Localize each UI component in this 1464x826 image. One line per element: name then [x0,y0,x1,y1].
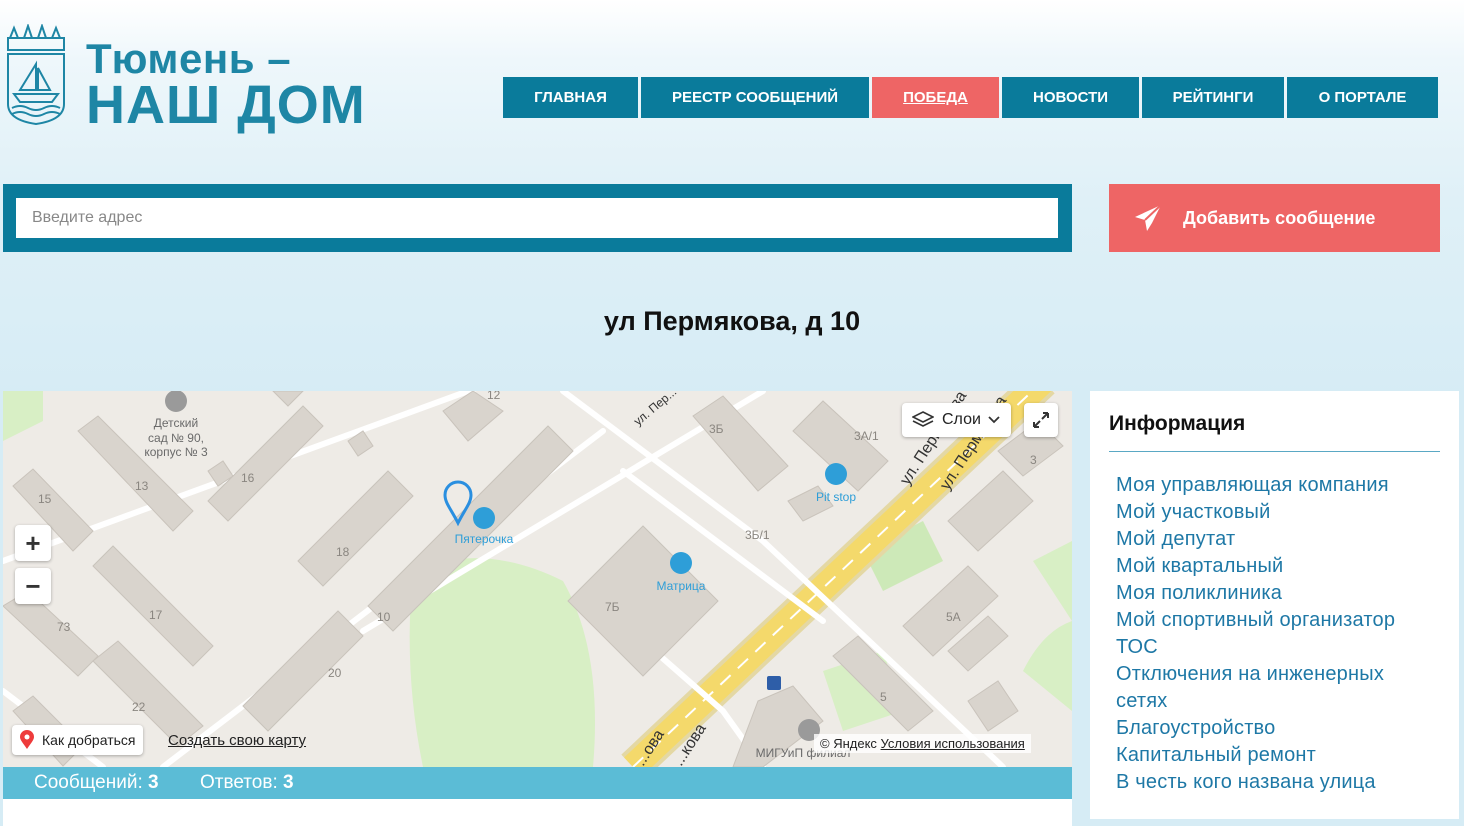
house-number: 18 [336,545,350,559]
map-layers-label: Слои [942,411,981,428]
nav-item-news[interactable]: НОВОСТИ [1002,77,1139,118]
route-label: Как добраться [42,732,136,748]
info-link-management-company[interactable]: Моя управляющая компания [1116,472,1446,499]
info-link-sports-organizer[interactable]: Мой спортивный организатор [1116,607,1446,634]
messages-panel [3,799,1072,826]
add-message-button[interactable]: Добавить сообщение [1109,184,1440,252]
info-links: Моя управляющая компания Мой участковый … [1116,472,1446,796]
logo-line-1: Тюмень – [86,35,292,82]
map-label-pitstop: Pit stop [816,490,856,504]
car-service-icon [825,463,847,485]
info-link-clinic[interactable]: Моя поликлиника [1116,580,1446,607]
yandex-map[interactable]: 12 13 15 16 18 17 73 10 20 22 3Б 3А/1 3Б… [3,391,1072,767]
map-label-kindergarten-1: Детский [154,416,198,430]
house-number: 3Б [709,422,724,436]
map-label-shop1: Пятерочка [455,532,514,546]
info-link-district-officer[interactable]: Мой участковый [1116,499,1446,526]
house-number: 3 [1030,453,1037,467]
add-message-label: Добавить сообщение [1183,207,1376,228]
map-copyright: © Яндекс Условия использования [814,734,1031,753]
house-number: 73 [57,620,71,634]
address-search-bar [3,184,1072,252]
info-link-tos[interactable]: ТОС [1116,634,1446,661]
nav-item-ratings[interactable]: РЕЙТИНГИ [1142,77,1284,118]
messages-stat: Сообщений: 3 [34,772,159,794]
terms-of-use-link[interactable]: Условия использования [881,736,1025,751]
info-link-outages[interactable]: Отключения на инженерных [1116,661,1446,688]
messages-label: Сообщений: [34,772,143,793]
layers-icon [912,411,934,427]
info-link-outages-cont[interactable]: сетях [1116,688,1446,715]
message-stats-bar: Сообщений: 3 Ответов: 3 [3,767,1072,799]
info-title: Информация [1109,412,1246,435]
logo-text[interactable]: Тюмень – НАШ ДОМ [86,35,366,135]
nav-item-registry[interactable]: РЕЕСТР СООБЩЕНИЙ [641,77,869,118]
house-number: 20 [328,666,342,680]
house-number: 5 [880,690,887,704]
house-number: 12 [487,391,501,402]
logo-emblem[interactable] [4,22,68,126]
address-search-input[interactable] [16,198,1058,238]
shop-icon [670,552,692,574]
house-number: 3Б/1 [745,528,770,542]
messages-count: 3 [148,772,159,793]
house-number: 13 [135,479,149,493]
answers-stat: Ответов: 3 [200,772,294,794]
house-number: 10 [377,610,391,624]
info-link-capital-repair[interactable]: Капитальный ремонт [1116,742,1446,769]
map-pin-icon [20,730,34,749]
zoom-in-button[interactable]: + [15,525,51,561]
create-own-map-link[interactable]: Создать свою карту [168,732,306,749]
map-label-kindergarten-2: сад № 90, [148,431,204,445]
route-button[interactable]: Как добраться [12,725,144,755]
chevron-down-icon [988,416,1000,424]
answers-label: Ответов: [200,772,278,793]
logo-line-2: НАШ ДОМ [86,75,366,135]
info-panel: Информация Моя управляющая компания Мой … [1090,391,1459,819]
expand-icon [1033,412,1049,428]
nav-item-home[interactable]: ГЛАВНАЯ [503,77,638,118]
kindergarten-icon [165,391,187,412]
copyright-text: © Яндекс [820,736,877,751]
house-number: 17 [149,608,163,622]
map-canvas[interactable]: 12 13 15 16 18 17 73 10 20 22 3Б 3А/1 3Б… [3,391,1072,767]
house-number: 3А/1 [854,429,879,443]
transit-stop-icon [767,676,781,690]
house-number: 22 [132,700,146,714]
shop-icon [473,507,495,529]
map-layers-button[interactable]: Слои [902,403,1011,437]
zoom-out-button[interactable]: − [15,568,51,604]
city-coat-of-arms-icon [7,22,65,126]
nav-item-about[interactable]: О ПОРТАЛЕ [1287,77,1438,118]
paper-plane-icon [1135,204,1162,231]
info-divider [1109,451,1440,452]
info-link-street-name-origin[interactable]: В честь кого названа улица [1116,769,1446,796]
house-number: 15 [38,492,52,506]
fullscreen-button[interactable] [1024,403,1058,437]
info-link-landscaping[interactable]: Благоустройство [1116,715,1446,742]
info-link-deputy[interactable]: Мой депутат [1116,526,1446,553]
house-number: 7Б [605,600,620,614]
map-label-kindergarten-3: корпус № 3 [144,445,208,459]
nav-item-victory[interactable]: ПОБЕДА [872,77,999,118]
answers-count: 3 [283,772,294,793]
map-label-shop2: Матрица [657,579,706,593]
house-number: 16 [241,471,255,485]
house-number: 5А [946,610,961,624]
info-link-block-manager[interactable]: Мой квартальный [1116,553,1446,580]
page-title: ул Пермякова, д 10 [603,306,861,336]
